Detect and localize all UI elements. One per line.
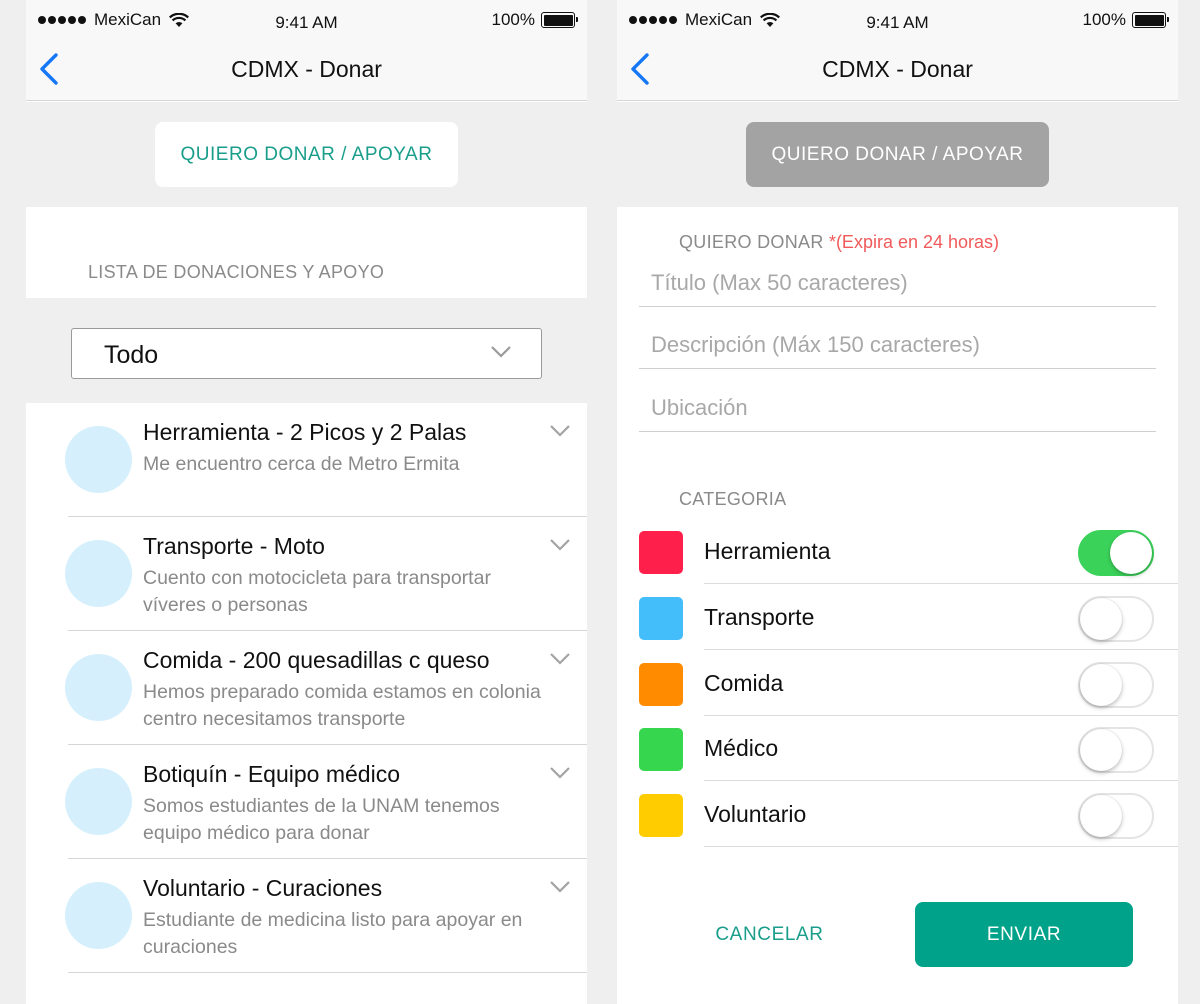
item-title: Herramienta - 2 Picos y 2 Palas [143,419,467,445]
donate-support-button[interactable]: QUIERO DONAR / APOYAR [155,122,458,187]
category-row-herramienta: Herramienta [617,518,1178,584]
category-section-label: CATEGORIA [679,489,787,509]
chevron-down-icon[interactable] [550,425,570,437]
list-item[interactable]: Transporte - Moto Cuento con motocicleta… [26,517,587,631]
chevron-down-icon [491,346,511,358]
category-row-voluntario: Voluntario [617,781,1178,847]
list-item[interactable]: Voluntario - Curaciones Estudiante de me… [26,859,587,973]
filter-selected-value: Todo [104,341,159,369]
battery-icon [1132,12,1169,28]
donation-list: Herramienta - 2 Picos y 2 Palas Me encue… [26,403,587,973]
list-item[interactable]: Herramienta - 2 Picos y 2 Palas Me encue… [26,403,587,517]
list-item[interactable]: Comida - 200 quesadillas c queso Hemos p… [26,631,587,745]
item-description: Me encuentro cerca de Metro Ermita [143,453,460,475]
category-filter-select[interactable]: Todo [71,328,542,379]
description-field [639,319,1156,369]
navigation-bar: MexiCan 9:41 AM 100% CDMX - Donar [617,0,1178,101]
page-title: CDMX - Donar [231,56,382,82]
battery-percent: 100% [491,10,535,29]
donation-list-screen: MexiCan 9:41 AM 100% CDMX - Donar QUIERO… [26,0,587,1004]
status-bar: MexiCan 9:41 AM 100% [617,10,1178,34]
category-color-swatch [639,794,683,837]
cancel-button[interactable]: CANCELAR [677,902,862,967]
location-input[interactable] [639,382,1156,431]
donate-header: QUIERO DONAR / APOYAR [617,102,1178,207]
category-row-medico: Médico [617,715,1178,781]
description-input[interactable] [639,319,1156,368]
donate-header: QUIERO DONAR / APOYAR [26,102,587,207]
category-label: Transporte [704,604,815,630]
page-title: CDMX - Donar [822,56,973,82]
chevron-down-icon[interactable] [550,653,570,665]
category-toggle-voluntario[interactable] [1078,793,1154,839]
avatar [65,768,132,835]
form-section-label: QUIERO DONAR *(Expira en 24 horas) [679,232,999,253]
category-label: Voluntario [704,801,807,827]
category-toggle-comida[interactable] [1078,662,1154,708]
category-row-comida: Comida [617,650,1178,716]
chevron-down-icon[interactable] [550,881,570,893]
filter-area: Todo [26,298,587,403]
chevron-down-icon[interactable] [550,539,570,551]
item-title: Transporte - Moto [143,533,325,559]
avatar [65,426,132,493]
donate-support-button[interactable]: QUIERO DONAR / APOYAR [746,122,1049,187]
navigation-bar: MexiCan 9:41 AM 100% CDMX - Donar [26,0,587,101]
chevron-down-icon[interactable] [550,767,570,779]
location-field [639,382,1156,432]
item-description: Somos estudiantes de la UNAM tenemos equ… [143,795,500,844]
battery-icon [541,12,578,28]
donate-form-screen: MexiCan 9:41 AM 100% CDMX - Donar QUIERO… [617,0,1178,1004]
list-section-label: LISTA DE DONACIONES Y APOYO [88,262,385,282]
form-label-text: QUIERO DONAR [679,232,824,252]
category-toggle-transporte[interactable] [1078,596,1154,642]
item-description: Estudiante de medicina listo para apoyar… [143,909,523,958]
category-label: Médico [704,735,779,761]
category-toggle-herramienta[interactable] [1078,530,1154,576]
avatar [65,882,132,949]
item-title: Voluntario - Curaciones [143,875,383,901]
category-color-swatch [639,597,683,640]
category-label: Comida [704,670,784,696]
status-bar: MexiCan 9:41 AM 100% [26,10,587,34]
avatar [65,540,132,607]
category-row-transporte: Transporte [617,584,1178,650]
category-color-swatch [639,728,683,771]
list-item[interactable]: Botiquín - Equipo médico Somos estudiant… [26,745,587,859]
item-description: Cuento con motocicleta para transportar … [143,567,491,616]
category-toggle-medico[interactable] [1078,727,1154,773]
item-title: Comida - 200 quesadillas c queso [143,647,490,673]
avatar [65,654,132,721]
expiry-note: *(Expira en 24 horas) [828,232,1000,252]
send-button[interactable]: ENVIAR [915,902,1133,967]
item-title: Botiquín - Equipo médico [143,761,400,787]
title-input[interactable] [639,257,1156,306]
item-description: Hemos preparado comida estamos en coloni… [143,681,541,730]
category-color-swatch [639,663,683,706]
category-color-swatch [639,531,683,574]
category-label: Herramienta [704,538,831,564]
battery-percent: 100% [1082,10,1126,29]
title-field [639,257,1156,307]
